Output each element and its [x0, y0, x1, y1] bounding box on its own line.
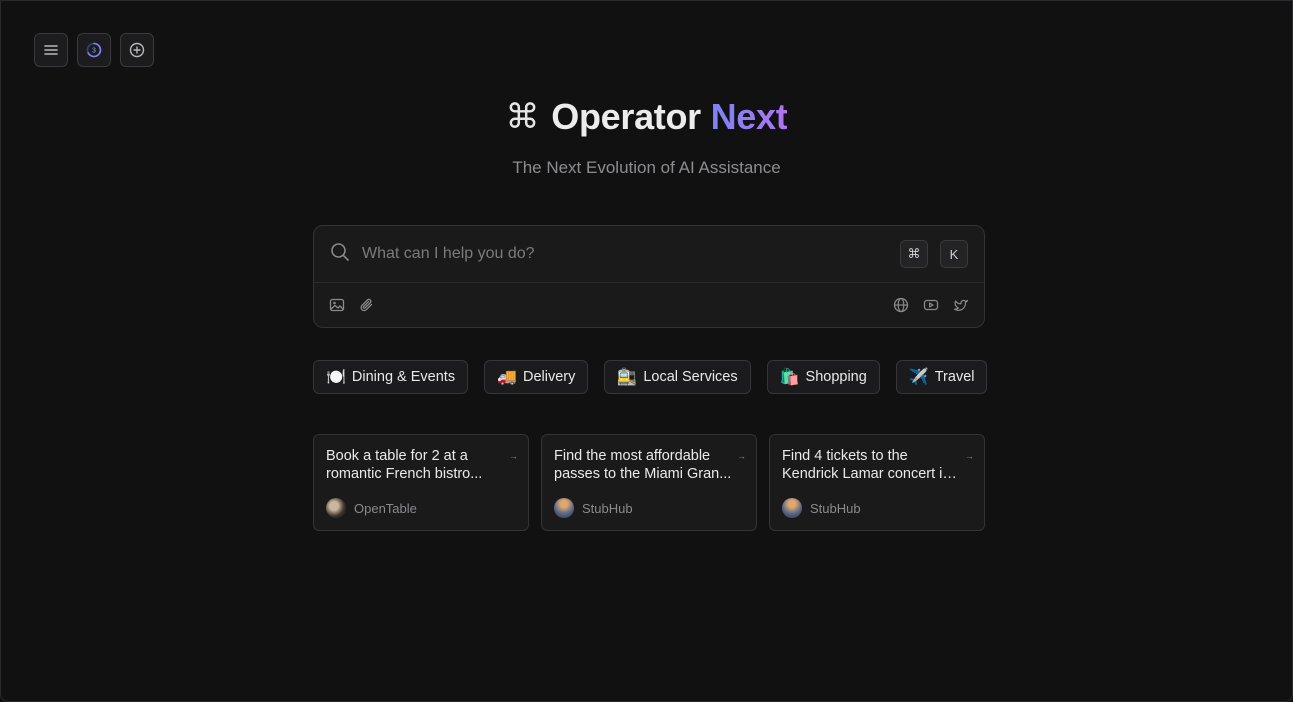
search-icon: [330, 242, 350, 267]
avatar: [326, 498, 346, 518]
page-subtitle: The Next Evolution of AI Assistance: [512, 158, 781, 177]
search-row: ⌘ K: [314, 226, 984, 283]
top-toolbar: 3: [34, 33, 154, 67]
suggestion-text: Find 4 tickets to the Kendrick Lamar con…: [782, 448, 962, 482]
menu-icon: [44, 44, 58, 56]
new-task-button[interactable]: [120, 33, 154, 67]
image-icon[interactable]: [328, 296, 346, 314]
suggestion-source: StubHub: [782, 498, 861, 518]
search-box: ⌘ K: [313, 225, 985, 328]
suggestion-source: OpenTable: [326, 498, 417, 518]
suggestion-card[interactable]: Find 4 tickets to the Kendrick Lamar con…: [769, 434, 985, 531]
search-tools: [314, 283, 984, 327]
hero: ⌘ Operator Next The Next Evolution of AI…: [1, 96, 1292, 178]
shortcut-key-cmd: ⌘: [900, 240, 928, 268]
arrow-right-icon: →: [965, 451, 974, 461]
category-delivery[interactable]: 🚚 Delivery: [484, 360, 589, 394]
category-label: Delivery: [523, 369, 576, 385]
page-title: ⌘ Operator Next: [506, 96, 788, 138]
category-label: Dining & Events: [351, 369, 456, 385]
avatar: [554, 498, 574, 518]
progress-badge-icon: 3: [86, 42, 102, 58]
twitter-icon[interactable]: [952, 296, 970, 314]
source-name: OpenTable: [354, 500, 417, 516]
airplane-icon: ✈️: [908, 369, 929, 386]
globe-icon[interactable]: [892, 296, 910, 314]
category-dining-events[interactable]: 🍽️ Dining & Events: [313, 360, 469, 394]
suggestion-text: Book a table for 2 at a romantic French …: [326, 448, 483, 482]
suggestion-cards: Book a table for 2 at a romantic French …: [313, 434, 985, 531]
category-label: Shopping: [805, 369, 867, 385]
shortcut-key-k: K: [940, 240, 968, 268]
paperclip-icon[interactable]: [358, 296, 376, 314]
avatar: [782, 498, 802, 518]
source-name: StubHub: [810, 500, 861, 516]
category-travel[interactable]: ✈️ Travel: [895, 360, 988, 394]
youtube-icon[interactable]: [922, 296, 940, 314]
truck-icon: 🚚: [497, 369, 518, 386]
category-shopping[interactable]: 🛍️ Shopping: [766, 360, 880, 394]
title-main: Operator: [551, 96, 701, 137]
suggestion-text: Find the most affordable passes to the M…: [554, 448, 732, 482]
category-local-services[interactable]: 🚉 Local Services: [604, 360, 751, 394]
category-chips: 🍽️ Dining & Events 🚚 Delivery 🚉 Local Se…: [313, 360, 988, 394]
shopping-bags-icon: 🛍️: [779, 369, 800, 386]
plate-icon: 🍽️: [326, 369, 346, 386]
arrow-right-icon: →: [509, 451, 518, 461]
train-icon: 🚉: [617, 369, 638, 386]
suggestion-card[interactable]: Find the most affordable passes to the M…: [541, 434, 757, 531]
source-name: StubHub: [582, 500, 633, 516]
app-window: 3 ⌘ Operator Next The Next Evolution of …: [0, 0, 1293, 702]
category-label: Travel: [934, 369, 975, 385]
suggestion-source: StubHub: [554, 498, 633, 518]
menu-button[interactable]: [34, 33, 68, 67]
title-accent: Next: [710, 96, 788, 137]
suggestion-card[interactable]: Book a table for 2 at a romantic French …: [313, 434, 529, 531]
tasks-progress-button[interactable]: 3: [77, 33, 111, 67]
category-label: Local Services: [643, 369, 738, 385]
progress-badge-count: 3: [92, 48, 96, 55]
search-input[interactable]: [362, 245, 888, 263]
plus-circle-icon: [129, 42, 145, 58]
command-icon: ⌘: [505, 98, 540, 136]
arrow-right-icon: →: [737, 451, 746, 461]
